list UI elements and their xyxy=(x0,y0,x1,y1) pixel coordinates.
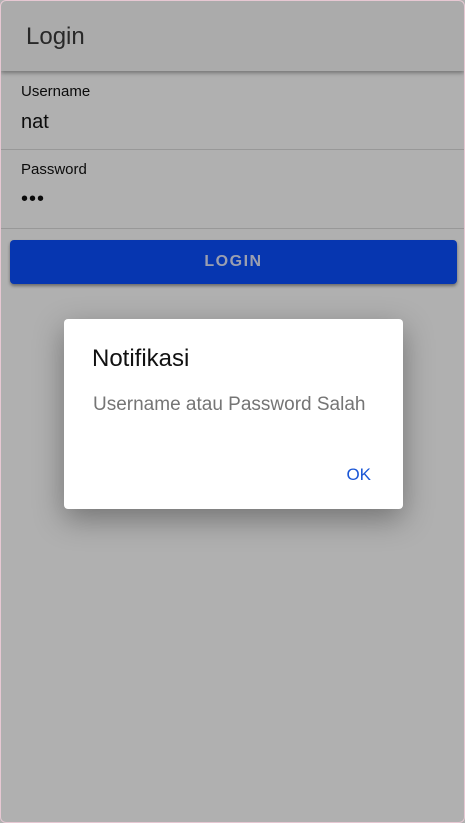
notification-dialog: Notifikasi Username atau Password Salah … xyxy=(64,319,403,509)
ok-button[interactable]: OK xyxy=(346,465,371,485)
dialog-message: Username atau Password Salah xyxy=(93,394,366,415)
login-screen: Login Username nat Password ••• LOGIN No… xyxy=(0,0,465,823)
dialog-title: Notifikasi xyxy=(92,345,190,372)
